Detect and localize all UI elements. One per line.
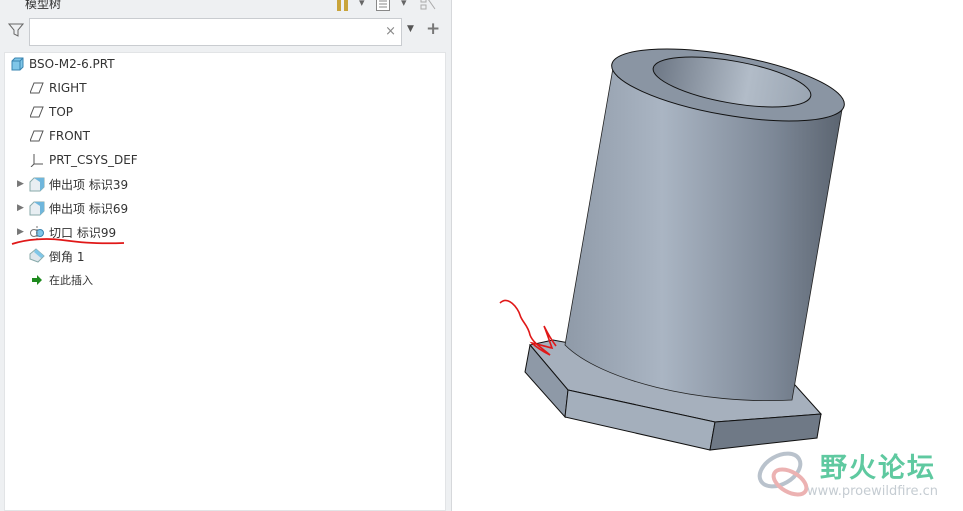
watermark-title: 野火论坛: [820, 453, 936, 484]
3d-model[interactable]: [0, 0, 963, 511]
watermark-url: www.proewildfire.cn: [807, 484, 938, 499]
watermark-logo: [757, 451, 809, 497]
cylinder-body: [564, 48, 845, 401]
red-arrow-annotation: [499, 299, 557, 356]
